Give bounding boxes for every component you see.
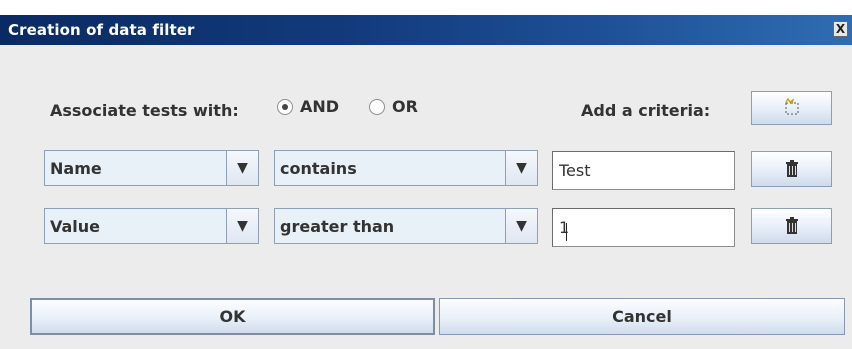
close-icon: X xyxy=(835,22,846,36)
text-cursor xyxy=(566,223,567,241)
delete-criteria-button-1[interactable] xyxy=(751,151,832,187)
dialog-title: Creation of data filter xyxy=(8,21,195,39)
or-radio-option[interactable]: OR xyxy=(369,97,418,116)
chevron-down-icon[interactable]: ▼ xyxy=(226,209,258,243)
criteria-value-input-2[interactable] xyxy=(552,208,735,247)
cancel-button-label: Cancel xyxy=(612,307,672,326)
criteria-field-dropdown-2[interactable]: Value ▼ xyxy=(44,208,259,244)
criteria-value-input-1[interactable] xyxy=(552,151,735,190)
trash-icon xyxy=(785,217,798,234)
and-radio-option[interactable]: AND xyxy=(277,97,339,116)
add-criteria-button[interactable] xyxy=(751,91,832,125)
chevron-down-icon[interactable]: ▼ xyxy=(226,151,258,185)
close-button[interactable]: X xyxy=(833,21,848,37)
criteria-field-value-2: Value xyxy=(50,216,101,236)
or-radio-icon[interactable] xyxy=(369,98,385,115)
criteria-operator-dropdown-2[interactable]: greater than ▼ xyxy=(274,208,538,244)
ok-button[interactable]: OK xyxy=(30,298,435,335)
associate-tests-label: Associate tests with: xyxy=(50,101,239,120)
cancel-button[interactable]: Cancel xyxy=(439,298,845,335)
criteria-field-dropdown-1[interactable]: Name ▼ xyxy=(44,150,259,186)
chevron-down-icon[interactable]: ▼ xyxy=(505,151,537,185)
ok-button-label: OK xyxy=(219,307,246,326)
dialog-body: Associate tests with: AND OR Add a crite… xyxy=(0,45,852,349)
and-radio-icon[interactable] xyxy=(277,98,293,115)
add-criteria-label: Add a criteria: xyxy=(581,101,711,120)
trash-icon xyxy=(785,160,798,177)
criteria-operator-value-2: greater than xyxy=(280,216,395,236)
chevron-down-icon[interactable]: ▼ xyxy=(505,209,537,243)
and-radio-label: AND xyxy=(300,97,340,116)
add-criteria-icon xyxy=(784,97,798,115)
or-radio-label: OR xyxy=(392,97,418,116)
criteria-operator-value-1: contains xyxy=(280,158,357,178)
delete-criteria-button-2[interactable] xyxy=(751,208,832,244)
criteria-field-value-1: Name xyxy=(50,158,102,178)
titlebar: Creation of data filter X xyxy=(0,15,852,45)
criteria-operator-dropdown-1[interactable]: contains ▼ xyxy=(274,150,538,186)
data-filter-dialog: Creation of data filter X Associate test… xyxy=(0,0,852,349)
